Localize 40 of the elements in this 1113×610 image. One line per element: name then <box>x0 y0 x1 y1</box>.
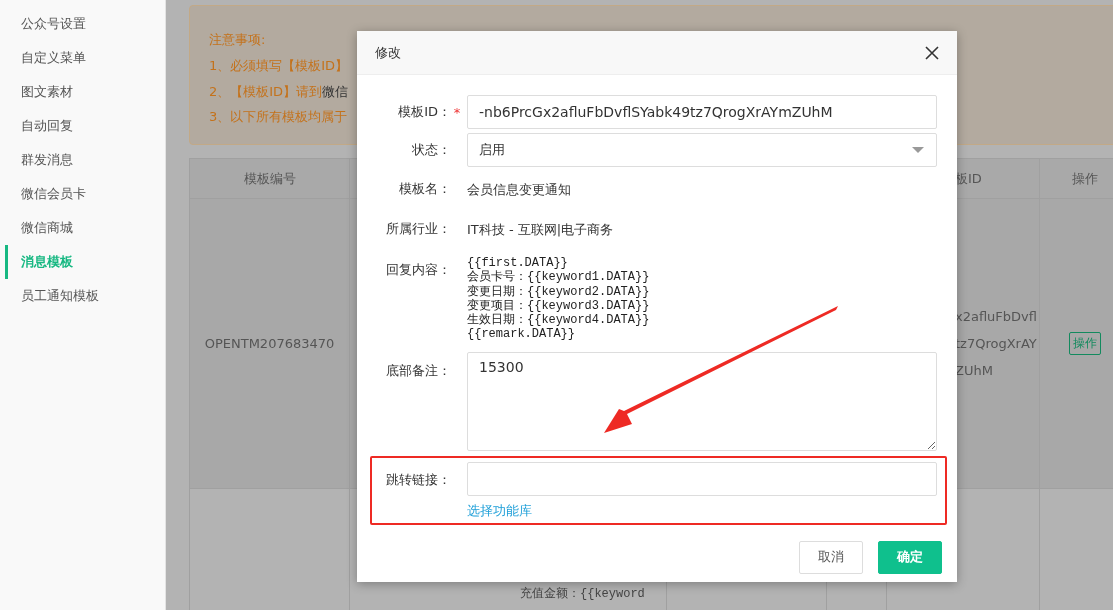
caret-icon <box>912 147 924 153</box>
field-label: 模板名： <box>399 180 451 198</box>
sidebar-item[interactable]: 公众号设置 <box>0 7 165 41</box>
notice-text: 1、必须填写【模板ID】 <box>209 57 349 75</box>
field-label: 模板ID： <box>398 103 451 121</box>
sidebar-item[interactable]: 员工通知模板 <box>0 279 165 313</box>
field-label: 状态： <box>412 141 451 159</box>
field-label: 所属行业： <box>386 220 451 238</box>
field-label: 回复内容： <box>386 261 451 279</box>
field-value: 会员信息变更通知 <box>467 182 571 197</box>
notice-text: 2、【模板ID】请到微信 <box>209 82 349 101</box>
notice-link[interactable]: 微信 <box>322 83 349 99</box>
notice-title: 注意事项: <box>209 31 266 49</box>
template-line: 变更日期：{{keyword2.DATA}} <box>467 284 651 299</box>
sidebar-item[interactable]: 自动回复 <box>0 109 165 143</box>
notice-text: 3、以下所有模板均属于 <box>209 108 348 126</box>
sidebar-item[interactable]: 微信会员卡 <box>0 177 165 211</box>
table-cell: OPENTM207683470 <box>190 199 350 489</box>
required-mark: * <box>452 104 462 120</box>
template-line: {{remark.DATA}} <box>467 327 577 342</box>
column-header: 模板编号 <box>190 159 350 199</box>
field-label: 底部备注： <box>386 361 451 380</box>
template-line: 生效日期：{{keyword4.DATA}} <box>467 313 651 328</box>
text-input[interactable]: -nb6PrcGx2afluFbDvflSYabk49tz7QrogXrAYmZUhM <box>467 95 937 129</box>
field-label: 跳转链接： <box>386 470 451 489</box>
sidebar-item[interactable]: 图文素材 <box>0 75 165 109</box>
cancel-button[interactable]: 取消 <box>799 540 863 574</box>
sidebar-item[interactable]: 群发消息 <box>0 143 165 177</box>
sidebar-item[interactable]: 微信商城 <box>0 211 165 245</box>
template-line: {{first.DATA}} <box>467 256 569 270</box>
text-input[interactable] <box>467 461 937 496</box>
field-value: IT科技 - 互联网|电子商务 <box>467 222 614 237</box>
template-line: 变更项目：{{keyword3.DATA}} <box>467 298 651 313</box>
remark-textarea[interactable]: 15300 <box>467 351 937 451</box>
dialog-title: 修改 <box>375 43 401 62</box>
close-icon[interactable] <box>925 45 939 60</box>
template-line: 会员卡号：{{keyword1.DATA}} <box>467 270 651 285</box>
sidebar-item[interactable]: 自定义菜单 <box>0 41 165 75</box>
column-header: 操作 <box>1040 159 1113 199</box>
status-select[interactable]: 启用 <box>467 133 937 167</box>
